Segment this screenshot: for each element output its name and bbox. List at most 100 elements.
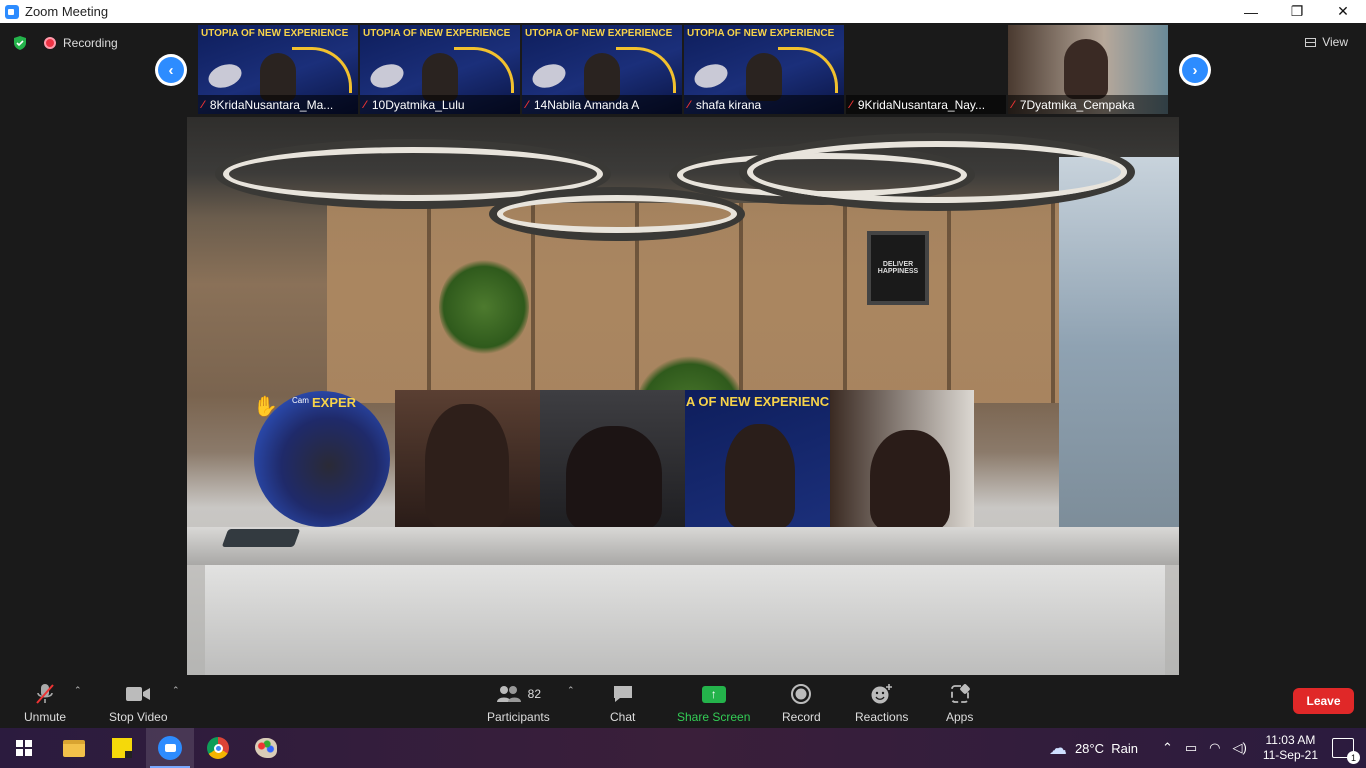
folder-icon (63, 739, 85, 757)
ceiling-ring-graphic (223, 147, 603, 201)
participant-thumbnail[interactable]: ⁄ 9KridaNusantara_Nay... (846, 25, 1006, 114)
participants-button[interactable]: 82 Participants (487, 682, 550, 724)
chevron-up-icon[interactable]: ⌃ (1162, 740, 1173, 756)
microphone-muted-icon (34, 682, 56, 706)
stop-video-button[interactable]: Stop Video (109, 682, 168, 724)
chat-button[interactable]: Chat (610, 682, 635, 724)
participants-icon: 82 (496, 682, 541, 706)
apps-label: Apps (946, 710, 974, 724)
recording-label: Recording (63, 36, 118, 50)
chat-bubble-icon (612, 682, 634, 706)
participant-name: ⁄ 10Dyatmika_Lulu (360, 95, 520, 114)
desk-top-graphic (187, 527, 1179, 565)
tablet-graphic (221, 529, 301, 547)
leave-button[interactable]: Leave (1293, 688, 1354, 714)
share-screen-button[interactable]: ↑ Share Screen (677, 682, 750, 724)
battery-icon[interactable]: ▭ (1185, 740, 1197, 756)
rain-cloud-icon[interactable]: ☁ (1049, 738, 1067, 759)
paint-palette-icon (255, 738, 277, 758)
recording-indicator[interactable]: Recording (44, 36, 118, 50)
maximize-button[interactable]: ❐ (1274, 0, 1320, 23)
participant-name-text: 10Dyatmika_Lulu (371, 97, 465, 112)
close-button[interactable]: ✕ (1320, 0, 1366, 23)
record-label: Record (782, 710, 821, 724)
mic-off-icon: ⁄ (688, 98, 690, 111)
clock-time: 11:03 AM (1265, 733, 1316, 747)
notification-center-icon[interactable]: 1 (1332, 738, 1360, 764)
reactions-button[interactable]: Reactions (855, 682, 908, 724)
sticky-notes-icon (112, 738, 132, 758)
participants-label: Participants (487, 710, 550, 724)
planet-graphic (529, 60, 569, 92)
minimize-button[interactable]: — (1228, 0, 1274, 23)
participant-thumbnail[interactable]: UTOPIA OF NEW EXPERIENCE ⁄ 8KridaNusantar… (198, 25, 358, 114)
weather-text[interactable]: 28°C Rain (1075, 741, 1138, 756)
record-icon (790, 682, 812, 706)
poster-title: A OF NEW EXPERIENC (685, 394, 830, 409)
mic-off-icon: ⁄ (364, 98, 366, 111)
participant-strip: UTOPIA OF NEW EXPERIENCE ⁄ 8KridaNusantar… (198, 25, 1168, 114)
start-button[interactable] (0, 728, 48, 768)
apps-button[interactable]: Apps (946, 682, 973, 724)
curve-graphic (616, 47, 676, 93)
taskbar-file-explorer[interactable] (50, 728, 98, 768)
participant-name: ⁄ 9KridaNusantara_Nay... (846, 95, 1006, 114)
prev-page-button[interactable]: ‹ (155, 54, 187, 86)
next-page-button[interactable]: › (1179, 54, 1211, 86)
poster-title: UTOPIA OF NEW EXPERIENCE (525, 28, 673, 39)
unmute-button[interactable]: Unmute (24, 682, 66, 724)
gallery-tile[interactable] (830, 390, 974, 527)
participant-face (422, 53, 458, 101)
view-button[interactable]: View (1305, 35, 1348, 49)
share-screen-label: Share Screen (677, 710, 751, 724)
meeting-toolbar: Unmute ⌃ Stop Video ⌃ 82 Participants ⌃ … (0, 675, 1366, 728)
recording-dot-icon (44, 37, 56, 49)
gallery-tile[interactable] (540, 390, 685, 527)
stop-video-label: Stop Video (109, 710, 168, 724)
ceiling-ring-graphic (497, 195, 737, 233)
curve-graphic (454, 47, 514, 93)
participant-face (725, 424, 795, 527)
avatar-poster-text: EXPER (312, 395, 357, 410)
poster-title: UTOPIA OF NEW EXPERIENCE (687, 28, 835, 39)
taskbar-paint[interactable] (242, 728, 290, 768)
gallery-tile[interactable]: A OF NEW EXPERIENC (685, 390, 830, 527)
participant-name-text: 8KridaNusantara_Ma... (209, 97, 334, 112)
curve-graphic (292, 47, 352, 93)
record-button[interactable]: Record (782, 682, 821, 724)
participant-face (566, 426, 662, 527)
gallery-tile[interactable] (395, 390, 540, 527)
planet-graphic (691, 60, 731, 92)
participant-thumbnail[interactable]: UTOPIA OF NEW EXPERIENCE ⁄ 14Nabila Amand… (522, 25, 682, 114)
participant-face (870, 430, 950, 527)
video-camera-icon (125, 682, 151, 706)
participant-thumbnail[interactable]: UTOPIA OF NEW EXPERIENCE ⁄ 10Dyatmika_Lul… (360, 25, 520, 114)
view-label: View (1322, 35, 1348, 49)
windows-taskbar: ☁ 28°C Rain ⌃ ▭ ◠ ◁) 11:03 AM 11-Sep-21 … (0, 728, 1366, 768)
participants-count: 82 (527, 687, 542, 701)
taskbar-zoom[interactable] (146, 728, 194, 768)
planet-graphic (367, 60, 407, 92)
security-shield-icon[interactable] (12, 35, 28, 51)
meeting-stage: Recording View ‹ › UTOPIA OF NEW EXPERIE… (0, 23, 1366, 675)
video-options-caret-icon[interactable]: ⌃ (172, 685, 180, 696)
taskbar-chrome[interactable] (194, 728, 242, 768)
audio-options-caret-icon[interactable]: ⌃ (74, 685, 82, 696)
participant-name-text: 7Dyatmika_Cempaka (1019, 97, 1135, 112)
title-bar: Zoom Meeting — ❐ ✕ (0, 0, 1366, 23)
participants-options-caret-icon[interactable]: ⌃ (567, 685, 575, 696)
taskbar-sticky-notes[interactable] (98, 728, 146, 768)
taskbar-clock[interactable]: 11:03 AM 11-Sep-21 (1263, 733, 1318, 763)
share-screen-icon: ↑ (701, 682, 726, 706)
raised-hand-icon: ✋ (253, 396, 278, 418)
mic-off-icon: ⁄ (1012, 98, 1014, 111)
participant-thumbnail[interactable]: ⁄ 7Dyatmika_Cempaka (1008, 25, 1168, 114)
wifi-icon[interactable]: ◠ (1209, 740, 1220, 756)
participant-name: ⁄ 14Nabila Amanda A (522, 95, 682, 114)
reactions-label: Reactions (855, 710, 909, 724)
speaker-icon[interactable]: ◁) (1233, 740, 1247, 756)
zoom-app-icon (5, 4, 19, 19)
chevron-right-icon: › (1182, 57, 1208, 83)
view-grid-icon (1305, 37, 1317, 47)
participant-thumbnail[interactable]: UTOPIA OF NEW EXPERIENCE ⁄ shafa kirana (684, 25, 844, 114)
